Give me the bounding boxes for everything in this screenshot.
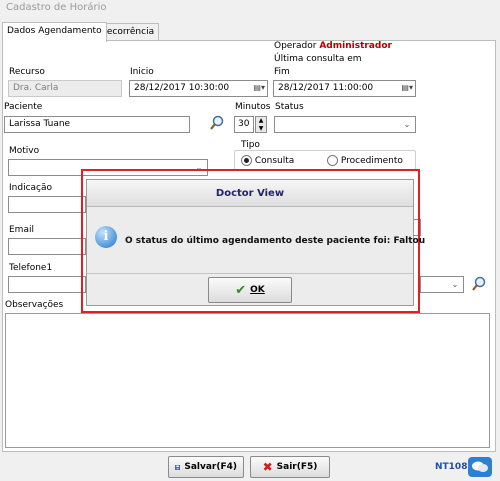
search-icon[interactable] xyxy=(470,275,488,293)
fim-label: Fim xyxy=(274,67,290,77)
radio-unselected-icon[interactable] xyxy=(327,155,338,166)
tipo-radio-consulta[interactable]: Consulta xyxy=(241,155,294,166)
email-label: Email xyxy=(9,225,34,235)
status-label: Status xyxy=(275,102,304,112)
inicio-label: Inicio xyxy=(130,67,154,77)
motivo-label: Motivo xyxy=(9,146,40,156)
chevron-down-icon[interactable]: ⌄ xyxy=(400,118,414,131)
version-label: NT108 xyxy=(435,462,468,472)
ok-button[interactable]: ✔ OK xyxy=(208,277,292,303)
telefone-select[interactable]: ⌄ xyxy=(420,276,464,293)
search-icon[interactable] xyxy=(208,114,226,132)
telefone-label: Telefone1 xyxy=(9,263,53,273)
tipo-label: Tipo xyxy=(241,140,260,150)
chat-icon[interactable] xyxy=(468,457,492,477)
minutos-stepper[interactable]: ▲ ▼ xyxy=(255,116,267,133)
calendar-icon[interactable]: ▤▾ xyxy=(401,83,413,92)
telefone-field[interactable] xyxy=(8,276,86,293)
calendar-icon[interactable]: ▤▾ xyxy=(253,83,265,92)
recurso-field: Dra. Carla xyxy=(8,80,122,97)
window-title: Cadastro de Horário xyxy=(6,2,107,13)
radio-selected-icon[interactable] xyxy=(241,155,252,166)
info-icon: i xyxy=(95,226,117,248)
minutos-label: Minutos xyxy=(235,102,271,112)
dialog-separator xyxy=(87,273,413,274)
tipo-radio-procedimento[interactable]: Procedimento xyxy=(327,155,403,166)
inicio-datetime-field[interactable]: 28/12/2017 10:30:00 ▤▾ xyxy=(129,80,268,97)
paciente-label: Paciente xyxy=(4,102,43,112)
save-button[interactable]: Salvar(F4) xyxy=(168,456,244,478)
operator-name: Administrador xyxy=(319,41,392,51)
minutos-field[interactable]: 30 xyxy=(234,116,254,133)
checkmark-icon: ✔ xyxy=(235,282,247,298)
fim-datetime-field[interactable]: 28/12/2017 11:00:00 ▤▾ xyxy=(273,80,416,97)
close-icon: ✖ xyxy=(262,460,273,474)
status-select[interactable]: ⌄ xyxy=(274,116,416,133)
last-consult-label: Última consulta em xyxy=(274,54,362,64)
observacoes-label: Observações xyxy=(5,300,64,310)
paciente-field[interactable]: Larissa Tuane xyxy=(4,116,190,133)
recurso-label: Recurso xyxy=(9,67,45,77)
dialog-message: O status do último agendamento deste pac… xyxy=(125,236,426,246)
tab-dados-agendamento[interactable]: Dados Agendamento xyxy=(2,22,107,42)
indicacao-field[interactable] xyxy=(8,196,86,213)
exit-button[interactable]: ✖ Sair(F5) xyxy=(250,456,330,478)
dialog-title: Doctor View xyxy=(87,180,413,207)
email-field[interactable] xyxy=(8,238,86,255)
indicacao-label: Indicação xyxy=(9,183,53,193)
save-icon xyxy=(175,464,181,470)
chevron-down-icon[interactable]: ⌄ xyxy=(448,278,462,291)
alert-dialog: Doctor View i O status do último agendam… xyxy=(86,179,425,306)
operator-label: Operador Administrador xyxy=(274,41,392,51)
observacoes-textarea[interactable] xyxy=(5,313,490,448)
